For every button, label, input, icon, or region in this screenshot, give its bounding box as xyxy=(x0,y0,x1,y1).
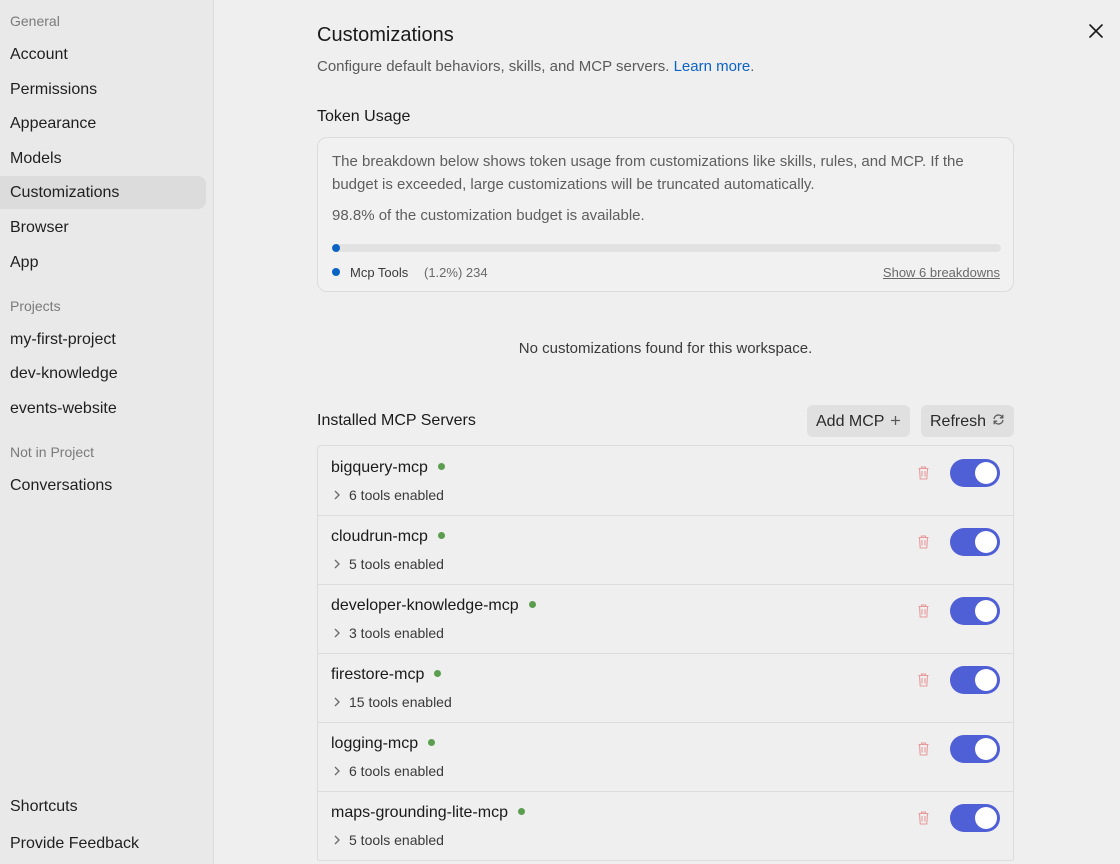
mcp-server-name: maps-grounding-lite-mcp xyxy=(331,804,525,822)
token-usage-description: The breakdown below shows token usage fr… xyxy=(332,153,964,193)
chevron-right-icon[interactable] xyxy=(333,627,341,641)
mcp-server-name-text: firestore-mcp xyxy=(331,666,425,683)
status-dot-icon xyxy=(434,670,442,677)
sidebar-item-models[interactable]: Models xyxy=(0,142,206,175)
tools-enabled-toggle[interactable]: 15 tools enabled xyxy=(349,694,452,710)
server-enabled-toggle[interactable] xyxy=(950,735,1000,763)
server-enabled-toggle[interactable] xyxy=(950,666,1000,694)
tools-enabled-toggle[interactable]: 5 tools enabled xyxy=(349,556,444,572)
sidebar-item-account[interactable]: Account xyxy=(0,38,206,71)
trash-icon[interactable] xyxy=(916,534,931,550)
sidebar-item-events-website[interactable]: events-website xyxy=(0,392,206,425)
empty-customizations-message: No customizations found for this workspa… xyxy=(518,340,813,357)
refresh-label: Refresh xyxy=(930,413,987,430)
mcp-server-name-text: bigquery-mcp xyxy=(331,459,428,476)
sidebar: General Account Permissions Appearance M… xyxy=(0,0,214,864)
server-enabled-toggle[interactable] xyxy=(950,597,1000,625)
toggle-knob xyxy=(975,669,997,691)
subtitle-text: Configure default behaviors, skills, and… xyxy=(317,58,670,75)
installed-mcp-heading: Installed MCP Servers xyxy=(317,412,476,429)
plus-icon xyxy=(890,405,901,437)
mcp-server-row: firestore-mcp 15 tools enabled xyxy=(318,653,1013,723)
sidebar-item-provide-feedback[interactable]: Provide Feedback xyxy=(0,827,206,860)
status-dot-icon xyxy=(528,601,536,608)
legend-value-mcp-tools: (1.2%) 234 xyxy=(424,265,488,280)
refresh-icon xyxy=(992,405,1005,437)
mcp-server-row: maps-grounding-lite-mcp 5 tools enabled xyxy=(318,791,1013,861)
sidebar-item-shortcuts[interactable]: Shortcuts xyxy=(0,790,206,823)
page-title: Customizations xyxy=(317,24,454,46)
toggle-knob xyxy=(975,738,997,760)
learn-more-link[interactable]: Learn more xyxy=(674,58,751,75)
add-mcp-label: Add MCP xyxy=(816,413,885,430)
server-enabled-toggle[interactable] xyxy=(950,459,1000,487)
mcp-server-row: logging-mcp 6 tools enabled xyxy=(318,722,1013,792)
mcp-server-name-text: logging-mcp xyxy=(331,735,419,752)
mcp-server-name: cloudrun-mcp xyxy=(331,528,445,546)
token-usage-bar xyxy=(332,244,1001,252)
trash-icon[interactable] xyxy=(916,603,931,619)
trash-icon[interactable] xyxy=(916,810,931,826)
toggle-knob xyxy=(975,531,997,553)
mcp-server-row: bigquery-mcp 6 tools enabled xyxy=(318,446,1013,516)
toggle-knob xyxy=(975,807,997,829)
add-mcp-button[interactable]: Add MCP xyxy=(807,405,911,437)
tools-enabled-toggle[interactable]: 6 tools enabled xyxy=(349,763,444,779)
status-dot-icon xyxy=(517,808,525,815)
mcp-server-list: bigquery-mcp 6 tools enabled cloudrun-mcp 5… xyxy=(317,445,1014,861)
status-dot-icon xyxy=(428,739,436,746)
show-breakdowns-link[interactable]: Show 6 breakdowns xyxy=(883,265,1000,280)
tools-enabled-toggle[interactable]: 3 tools enabled xyxy=(349,625,444,641)
status-dot-icon xyxy=(437,532,445,539)
section-label-not-in-project: Not in Project xyxy=(10,444,95,460)
toggle-knob xyxy=(975,600,997,622)
mcp-server-row: developer-knowledge-mcp 3 tools enabled xyxy=(318,584,1013,654)
status-dot-icon xyxy=(437,463,445,470)
trash-icon[interactable] xyxy=(916,465,931,481)
chevron-right-icon[interactable] xyxy=(333,558,341,572)
mcp-server-name: firestore-mcp xyxy=(331,666,442,684)
toggle-knob xyxy=(975,462,997,484)
server-enabled-toggle[interactable] xyxy=(950,804,1000,832)
trash-icon[interactable] xyxy=(916,741,931,757)
subtitle-period: . xyxy=(750,58,755,75)
mcp-server-name-text: maps-grounding-lite-mcp xyxy=(331,804,508,821)
sidebar-item-appearance[interactable]: Appearance xyxy=(0,107,206,140)
chevron-right-icon[interactable] xyxy=(333,489,341,503)
sidebar-item-app[interactable]: App xyxy=(0,246,206,279)
legend-label-mcp-tools: Mcp Tools xyxy=(350,265,409,280)
chevron-right-icon[interactable] xyxy=(333,765,341,779)
sidebar-item-customizations[interactable]: Customizations xyxy=(0,176,206,209)
sidebar-item-conversations[interactable]: Conversations xyxy=(0,469,206,502)
token-usage-bar-fill xyxy=(332,244,341,252)
mcp-server-name: developer-knowledge-mcp xyxy=(331,597,536,615)
token-usage-card: The breakdown below shows token usage fr… xyxy=(317,137,1014,292)
sidebar-item-permissions[interactable]: Permissions xyxy=(0,73,206,106)
chevron-right-icon[interactable] xyxy=(333,696,341,710)
budget-available-text: 98.8% of the customization budget is ava… xyxy=(332,207,645,224)
mcp-server-name: bigquery-mcp xyxy=(331,459,445,477)
legend-dot-mcp-tools xyxy=(332,268,340,276)
section-label-projects: Projects xyxy=(10,298,61,314)
token-usage-heading: Token Usage xyxy=(317,108,411,125)
server-enabled-toggle[interactable] xyxy=(950,528,1000,556)
mcp-server-name-text: cloudrun-mcp xyxy=(331,528,428,545)
sidebar-item-dev-knowledge[interactable]: dev-knowledge xyxy=(0,357,206,390)
section-label-general: General xyxy=(10,13,60,29)
sidebar-item-my-first-project[interactable]: my-first-project xyxy=(0,323,206,356)
page-subtitle: Configure default behaviors, skills, and… xyxy=(317,58,754,75)
close-icon[interactable] xyxy=(1087,22,1105,40)
sidebar-item-browser[interactable]: Browser xyxy=(0,211,206,244)
mcp-server-name-text: developer-knowledge-mcp xyxy=(331,597,519,614)
tools-enabled-toggle[interactable]: 6 tools enabled xyxy=(349,487,444,503)
trash-icon[interactable] xyxy=(916,672,931,688)
refresh-button[interactable]: Refresh xyxy=(921,405,1015,437)
chevron-right-icon[interactable] xyxy=(333,834,341,848)
mcp-server-row: cloudrun-mcp 5 tools enabled xyxy=(318,515,1013,585)
mcp-server-name: logging-mcp xyxy=(331,735,436,753)
tools-enabled-toggle[interactable]: 5 tools enabled xyxy=(349,832,444,848)
